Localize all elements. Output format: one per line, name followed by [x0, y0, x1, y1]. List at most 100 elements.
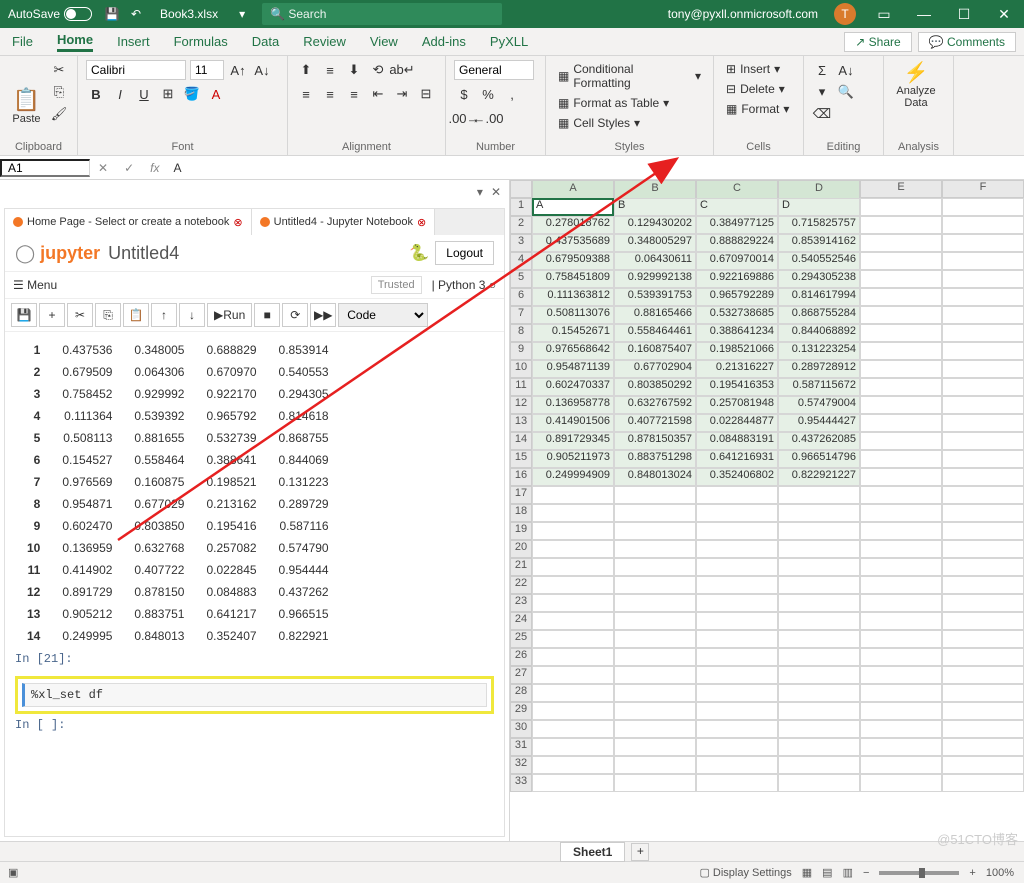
column-header-B[interactable]: B	[614, 180, 696, 200]
cell[interactable]	[860, 720, 942, 738]
cell[interactable]	[532, 558, 614, 576]
enter-icon[interactable]: ✓	[116, 161, 142, 175]
cell[interactable]: 0.278018762	[532, 216, 614, 234]
orientation-icon[interactable]: ⟲	[368, 60, 388, 80]
cell[interactable]	[532, 504, 614, 522]
cell[interactable]	[778, 666, 860, 684]
add-cell-button[interactable]: +	[39, 303, 65, 327]
clear-icon[interactable]: ⌫	[812, 104, 832, 124]
row-header[interactable]: 1	[510, 198, 532, 216]
row-header[interactable]: 29	[510, 702, 532, 720]
cell[interactable]	[614, 774, 696, 792]
cell[interactable]	[778, 504, 860, 522]
cell[interactable]: 0.929992138	[614, 270, 696, 288]
cell[interactable]: 0.160875407	[614, 342, 696, 360]
stop-button[interactable]: ■	[254, 303, 280, 327]
cell[interactable]	[614, 558, 696, 576]
cell[interactable]	[696, 738, 778, 756]
cell[interactable]	[942, 594, 1024, 612]
merge-icon[interactable]: ⊟	[416, 84, 436, 104]
cell[interactable]	[860, 468, 942, 486]
row-header[interactable]: 5	[510, 270, 532, 288]
cell[interactable]	[614, 684, 696, 702]
toggle-off-icon[interactable]	[64, 7, 92, 21]
decrease-font-icon[interactable]: A↓	[252, 60, 272, 80]
cell[interactable]: 0.67702904	[614, 360, 696, 378]
cell[interactable]	[860, 612, 942, 630]
analyze-data-button[interactable]: ⚡ Analyze Data	[892, 60, 940, 109]
cell[interactable]	[614, 738, 696, 756]
cell[interactable]	[778, 576, 860, 594]
cell[interactable]	[942, 468, 1024, 486]
page-break-icon[interactable]: ▥	[843, 866, 853, 879]
cell[interactable]: 0.111363812	[532, 288, 614, 306]
cell[interactable]	[614, 648, 696, 666]
cell[interactable]	[860, 738, 942, 756]
menu-label[interactable]: Menu	[27, 278, 57, 292]
tab-pyxll[interactable]: PyXLL	[490, 34, 528, 49]
cell[interactable]: 0.022844877	[696, 414, 778, 432]
cell[interactable]: 0.388641234	[696, 324, 778, 342]
cell[interactable]: 0.905211973	[532, 450, 614, 468]
pane-dropdown-icon[interactable]: ▾	[477, 185, 483, 199]
underline-icon[interactable]: U	[134, 84, 154, 104]
cell[interactable]	[532, 774, 614, 792]
cell[interactable]	[860, 684, 942, 702]
cell[interactable]	[532, 720, 614, 738]
row-header[interactable]: 21	[510, 558, 532, 576]
cell[interactable]: 0.868755284	[778, 306, 860, 324]
cell[interactable]	[778, 612, 860, 630]
cell[interactable]	[778, 774, 860, 792]
row-header[interactable]: 14	[510, 432, 532, 450]
cell[interactable]	[860, 576, 942, 594]
restart-button[interactable]: ⟳	[282, 303, 308, 327]
cell[interactable]: 0.384977125	[696, 216, 778, 234]
close-button[interactable]: ✕	[984, 6, 1024, 23]
row-header[interactable]: 19	[510, 522, 532, 540]
cell[interactable]	[696, 630, 778, 648]
paste-cell-button[interactable]: 📋	[123, 303, 149, 327]
cell[interactable]: 0.540552546	[778, 252, 860, 270]
save-button[interactable]: 💾	[11, 303, 37, 327]
cell[interactable]	[614, 666, 696, 684]
cell[interactable]	[942, 306, 1024, 324]
cell[interactable]	[860, 288, 942, 306]
cell[interactable]	[696, 774, 778, 792]
cell[interactable]	[860, 666, 942, 684]
cell[interactable]	[696, 594, 778, 612]
cell[interactable]: 0.539391753	[614, 288, 696, 306]
align-middle-icon[interactable]: ≡	[320, 60, 340, 80]
italic-icon[interactable]: I	[110, 84, 130, 104]
cell[interactable]	[532, 648, 614, 666]
align-bottom-icon[interactable]: ⬇	[344, 60, 364, 80]
cell[interactable]	[696, 486, 778, 504]
cell[interactable]	[696, 612, 778, 630]
minimize-button[interactable]: —	[904, 6, 944, 22]
cell[interactable]: 0.352406802	[696, 468, 778, 486]
move-down-button[interactable]: ↓	[179, 303, 205, 327]
zoom-in-button[interactable]: +	[969, 867, 975, 879]
cell[interactable]: 0.414901506	[532, 414, 614, 432]
cell[interactable]	[860, 252, 942, 270]
decrease-indent-icon[interactable]: ⇤	[368, 84, 388, 104]
wrap-text-icon[interactable]: ab↵	[392, 60, 412, 80]
cell[interactable]	[942, 432, 1024, 450]
cell[interactable]	[860, 432, 942, 450]
cell[interactable]	[942, 288, 1024, 306]
cell[interactable]: 0.129430202	[614, 216, 696, 234]
row-header[interactable]: 24	[510, 612, 532, 630]
tab-home[interactable]: Home	[57, 32, 93, 52]
fx-icon[interactable]: fx	[142, 161, 167, 175]
row-header[interactable]: 27	[510, 666, 532, 684]
cell[interactable]	[778, 738, 860, 756]
cell[interactable]	[860, 756, 942, 774]
cell[interactable]	[942, 396, 1024, 414]
cell[interactable]	[778, 684, 860, 702]
sheet-tab[interactable]: Sheet1	[560, 842, 625, 862]
row-header[interactable]: 22	[510, 576, 532, 594]
display-settings-button[interactable]: ▢ Display Settings	[699, 866, 791, 879]
cell[interactable]	[942, 738, 1024, 756]
cell[interactable]: 0.257081948	[696, 396, 778, 414]
cell[interactable]: 0.198521066	[696, 342, 778, 360]
cell[interactable]	[860, 702, 942, 720]
